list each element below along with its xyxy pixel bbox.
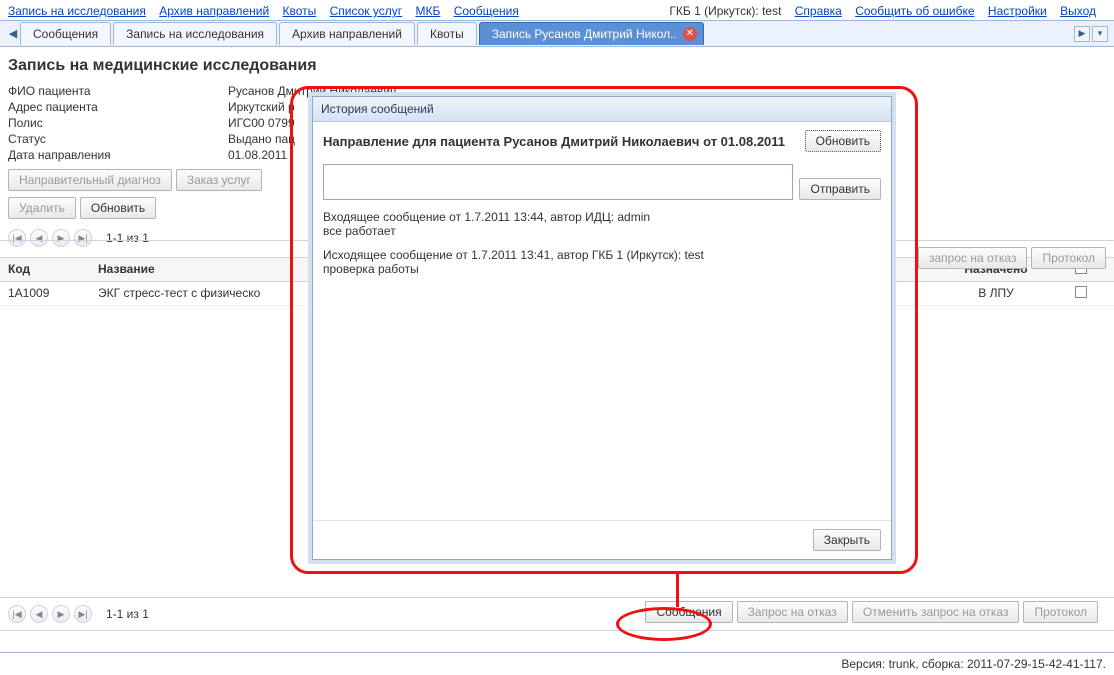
pager-text: 1-1 из 1 <box>106 607 149 621</box>
message-input[interactable] <box>323 164 793 200</box>
info-value: Иркутский р <box>228 100 295 114</box>
tab-label: Запись Русанов Дмитрий Никол.. <box>492 27 677 41</box>
message-meta: Входящее сообщение от 1.7.2011 13:44, ав… <box>323 210 881 224</box>
order-services-button[interactable]: Заказ услуг <box>176 169 262 191</box>
tab-archive[interactable]: Архив направлений <box>279 22 415 45</box>
topnav-link[interactable]: Квоты <box>283 4 317 18</box>
dialog-header-text: Направление для пациента Русанов Дмитрий… <box>323 134 785 149</box>
message-text: все работает <box>323 224 881 238</box>
message-item: Исходящее сообщение от 1.7.2011 13:41, а… <box>323 248 881 276</box>
info-label: ФИО пациента <box>8 84 228 98</box>
tab-patient-record[interactable]: Запись Русанов Дмитрий Никол.. ✕ <box>479 22 704 45</box>
topnav-link[interactable]: Сообщить об ошибке <box>855 4 974 18</box>
messages-button[interactable]: Сообщения <box>645 601 732 623</box>
page-title: Запись на медицинские исследования <box>0 47 1114 83</box>
pager-prev-icon[interactable]: ◀ <box>30 605 48 623</box>
tab-scroll-left-icon[interactable]: ◀ <box>6 24 20 44</box>
pager-next-icon[interactable]: ▶ <box>52 605 70 623</box>
tab-messages[interactable]: Сообщения <box>20 22 111 45</box>
protocol-button[interactable]: Протокол <box>1023 601 1098 623</box>
info-label: Статус <box>8 132 228 146</box>
tab-scroll-right-icon[interactable]: ▶ <box>1074 26 1090 42</box>
info-label: Адрес пациента <box>8 100 228 114</box>
tab-menu-icon[interactable]: ▾ <box>1092 26 1108 42</box>
tab-quotas[interactable]: Квоты <box>417 22 477 45</box>
protocol-button[interactable]: Протокол <box>1031 247 1106 269</box>
info-value: Выдано пац <box>228 132 295 146</box>
info-value: 01.08.2011 <box>228 148 287 162</box>
topbar-left: Запись на исследования Архив направлений… <box>8 4 529 18</box>
message-history-dialog: История сообщений Направление для пациен… <box>312 96 892 560</box>
diagnosis-button[interactable]: Направительный диагноз <box>8 169 172 191</box>
topnav-link[interactable]: Настройки <box>988 4 1047 18</box>
message-text: проверка работы <box>323 262 881 276</box>
pager-first-icon[interactable]: |◀ <box>8 605 26 623</box>
topbar-right: ГКБ 1 (Иркутск): test Справка Сообщить о… <box>669 4 1106 18</box>
dialog-title: История сообщений <box>313 97 891 122</box>
info-label: Дата направления <box>8 148 228 162</box>
dialog-refresh-button[interactable]: Обновить <box>805 130 881 152</box>
delete-button[interactable]: Удалить <box>8 197 76 219</box>
cell-code: 1A1009 <box>8 286 98 301</box>
topnav-link[interactable]: Архив направлений <box>159 4 269 18</box>
cell-assigned: В ЛПУ <box>936 286 1056 301</box>
info-label: Полис <box>8 116 228 130</box>
checkbox-icon[interactable] <box>1075 286 1087 298</box>
topnav-link[interactable]: Выход <box>1060 4 1096 18</box>
close-icon[interactable]: ✕ <box>683 27 697 41</box>
message-meta: Исходящее сообщение от 1.7.2011 13:41, а… <box>323 248 881 262</box>
context-label: ГКБ 1 (Иркутск): test <box>669 4 781 18</box>
tab-appointment[interactable]: Запись на исследования <box>113 22 277 45</box>
footer-version: Версия: trunk, сборка: 2011-07-29-15-42-… <box>841 657 1106 671</box>
refuse-request-button[interactable]: запрос на отказ <box>918 247 1027 269</box>
topnav-link[interactable]: МКБ <box>415 4 440 18</box>
info-value: ИГС00 0799 <box>228 116 295 130</box>
topnav-link[interactable]: Список услуг <box>330 4 403 18</box>
topnav-link[interactable]: Сообщения <box>454 4 519 18</box>
cancel-refuse-button[interactable]: Отменить запрос на отказ <box>852 601 1020 623</box>
message-item: Входящее сообщение от 1.7.2011 13:44, ав… <box>323 210 881 238</box>
topnav-link[interactable]: Справка <box>795 4 842 18</box>
close-button[interactable]: Закрыть <box>813 529 881 551</box>
cell-check <box>1056 286 1106 301</box>
topnav-link[interactable]: Запись на исследования <box>8 4 146 18</box>
refuse-request-button[interactable]: Запрос на отказ <box>737 601 848 623</box>
send-button[interactable]: Отправить <box>799 178 881 200</box>
pager-last-icon[interactable]: ▶| <box>74 605 92 623</box>
refresh-button[interactable]: Обновить <box>80 197 156 219</box>
